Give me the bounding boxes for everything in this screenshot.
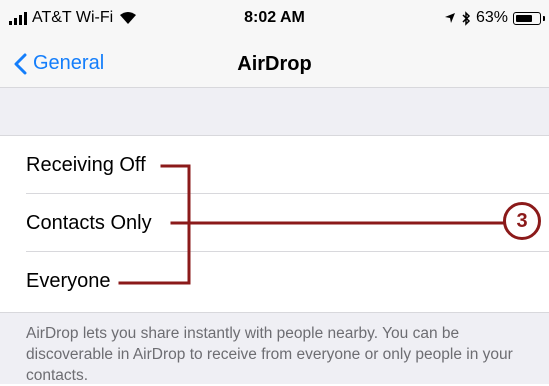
- option-receiving-off[interactable]: Receiving Off: [0, 136, 549, 194]
- option-label: Receiving Off: [26, 154, 146, 176]
- battery-percent: 63%: [475, 9, 508, 26]
- page-title: AirDrop: [237, 53, 312, 75]
- bluetooth-icon: [462, 10, 471, 26]
- section-gap: [0, 88, 549, 136]
- callout-number-badge: 3: [503, 202, 541, 240]
- option-everyone[interactable]: Everyone: [0, 252, 549, 310]
- footer-description: AirDrop lets you share instantly with pe…: [26, 325, 513, 384]
- battery-icon: [513, 11, 545, 25]
- footer-section: AirDrop lets you share instantly with pe…: [0, 312, 549, 384]
- status-bar: AT&T Wi-Fi 8:02 AM 63%: [0, 0, 549, 40]
- option-label: Everyone: [26, 270, 111, 292]
- airdrop-options-list: Receiving Off Contacts Only Everyone: [0, 136, 549, 310]
- option-label: Contacts Only: [26, 212, 152, 234]
- navigation-bar: General AirDrop: [0, 40, 549, 88]
- option-contacts-only[interactable]: Contacts Only: [0, 194, 549, 252]
- location-arrow-icon: [444, 13, 455, 23]
- status-right: 63%: [444, 9, 545, 27]
